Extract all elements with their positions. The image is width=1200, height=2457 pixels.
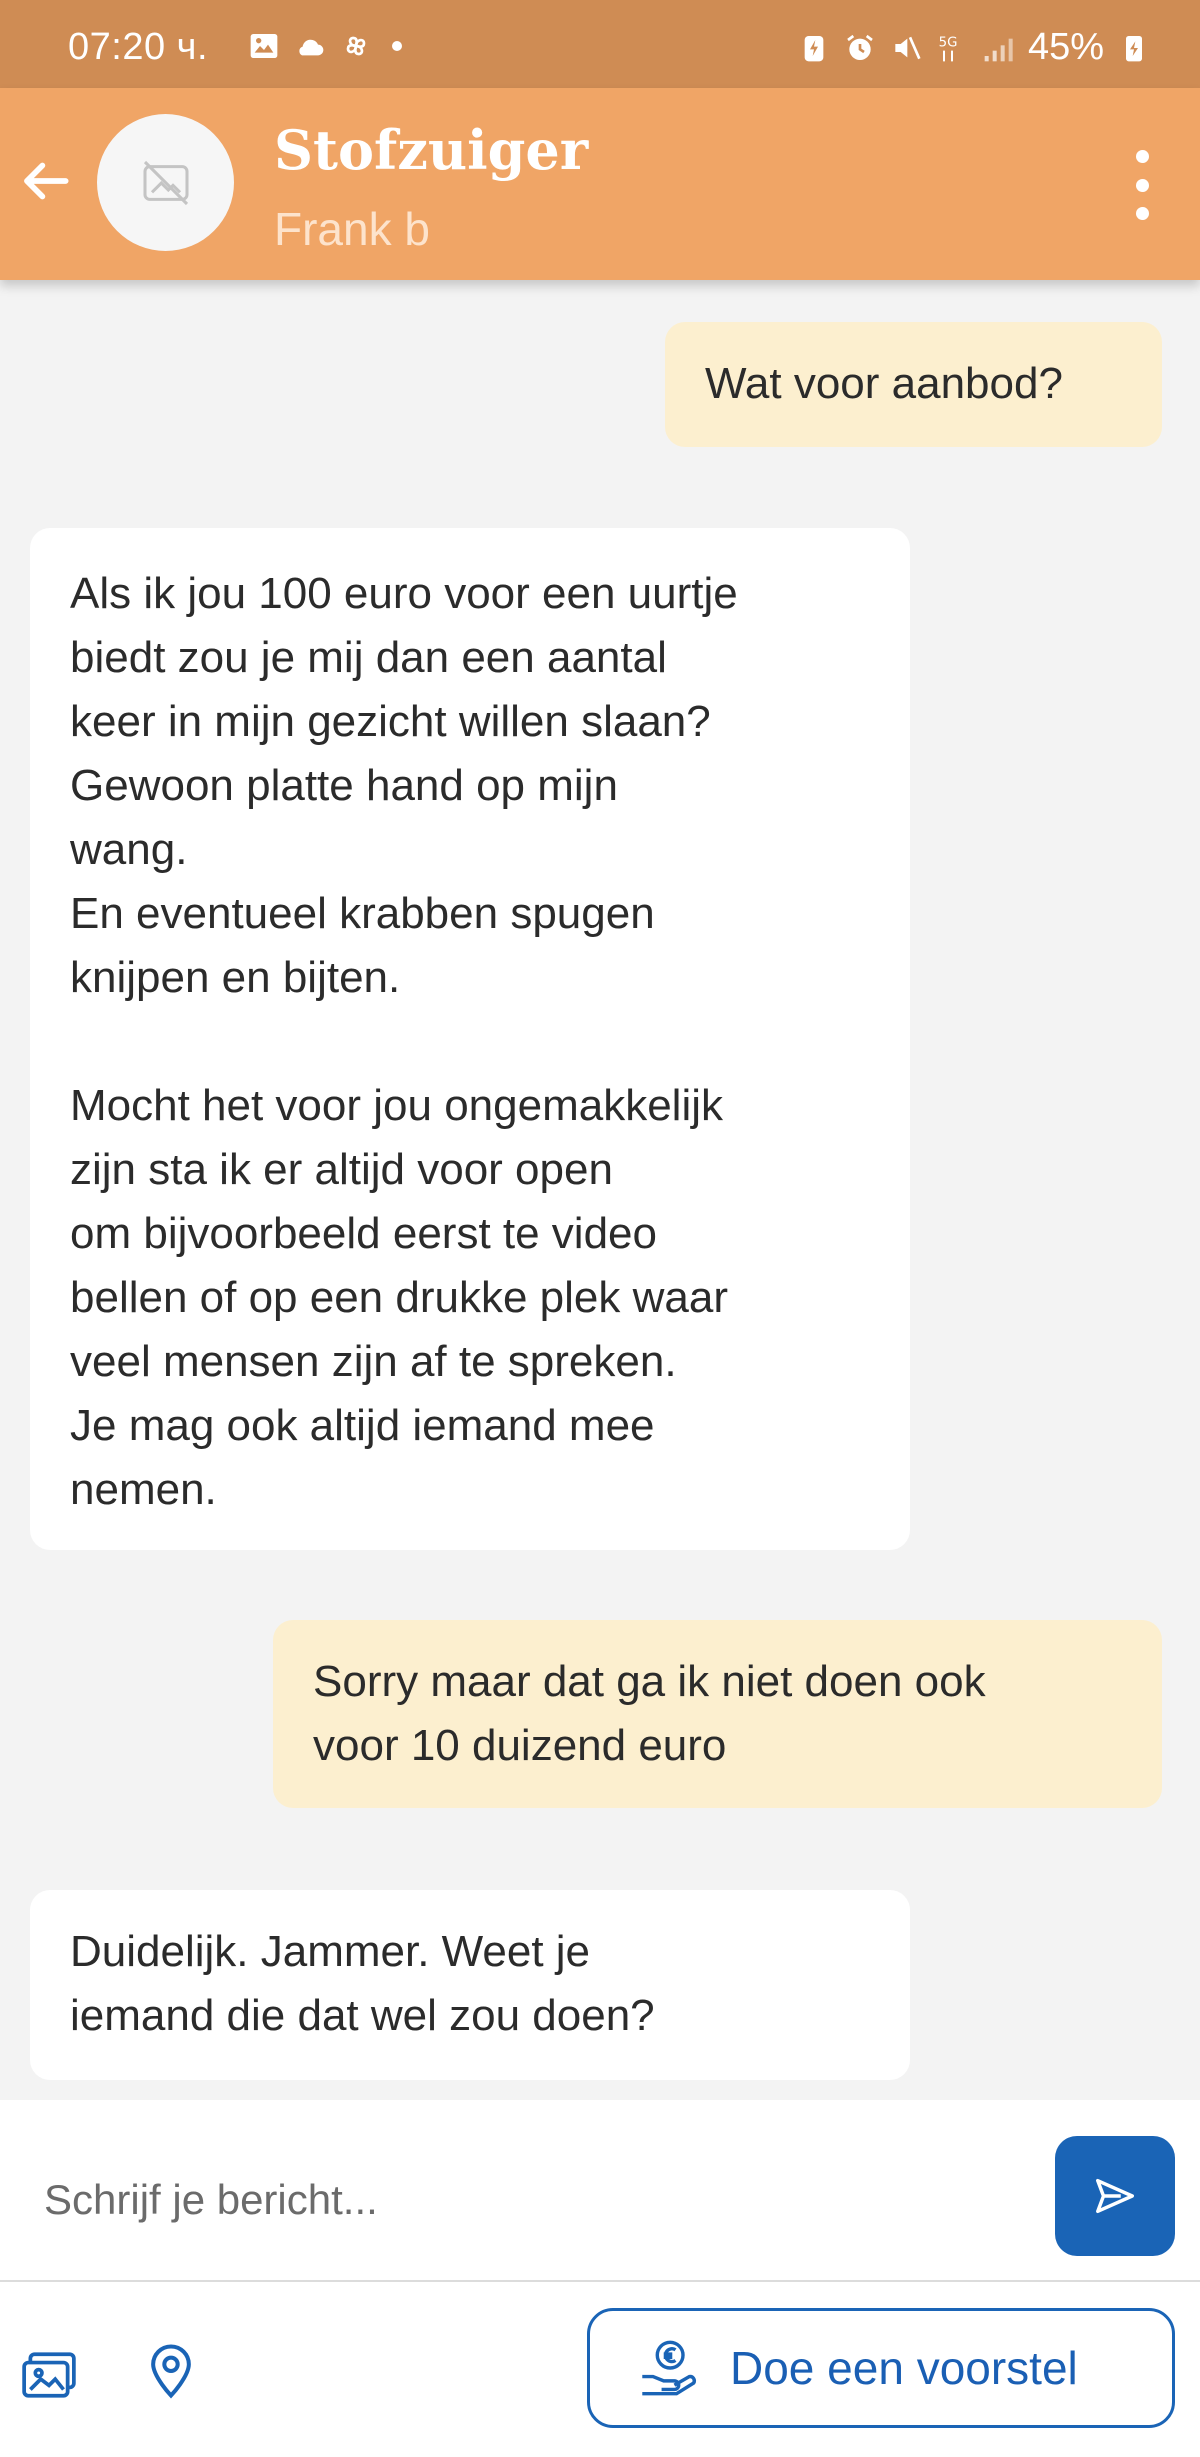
message-list[interactable]: Wat voor aanbod? Als ik jou 100 euro voo…: [0, 280, 1200, 2100]
battery-charging-icon: [1126, 35, 1142, 61]
bottom-action-bar: Doe een voorstel: [0, 2282, 1200, 2457]
listing-title: Stofzuiger: [274, 118, 589, 182]
network-5g-icon: 5G: [939, 35, 958, 61]
status-notification-icons: [248, 30, 402, 62]
status-system-icons: 5G 45%: [798, 26, 1150, 69]
avatar[interactable]: [97, 114, 234, 251]
mute-icon: [895, 36, 921, 59]
more-vertical-icon[interactable]: [1124, 150, 1160, 220]
euro-hand-icon: [642, 2340, 696, 2396]
send-button[interactable]: [1055, 2136, 1175, 2256]
signal-icon: [984, 38, 1013, 61]
message-incoming: Als ik jou 100 euro voor een uurtje bied…: [30, 528, 910, 1550]
pinwheel-notification-icon: [346, 36, 366, 56]
message-input[interactable]: [44, 2160, 1004, 2240]
contact-name: Frank b: [274, 203, 430, 255]
chat-header: Stofzuiger Frank b: [0, 88, 1200, 280]
svg-text:5G: 5G: [939, 35, 958, 50]
message-outgoing: Sorry maar dat ga ik niet doen ook voor …: [273, 1620, 1162, 1808]
status-bar: 07:20 ч. 5G 45%: [0, 0, 1200, 88]
more-notifications-dot: [392, 41, 402, 51]
battery-percent: 45%: [1027, 26, 1104, 68]
cloud-notification-icon: [299, 39, 324, 56]
message-composer: [0, 2100, 1200, 2280]
arrow-left-icon[interactable]: [14, 150, 76, 212]
make-offer-button[interactable]: Doe een voorstel: [587, 2308, 1175, 2428]
message-incoming: Duidelijk. Jammer. Weet je iemand die da…: [30, 1890, 910, 2080]
map-pin-icon[interactable]: [148, 2342, 194, 2400]
battery-saver-icon: [804, 35, 824, 61]
alarm-icon: [847, 34, 873, 60]
status-time: 07:20 ч.: [68, 26, 209, 68]
send-icon: [1096, 2178, 1134, 2214]
gallery-notification-icon: [250, 34, 278, 58]
image-icon[interactable]: [20, 2350, 78, 2400]
no-photo-icon: [142, 160, 189, 205]
make-offer-label: Doe een voorstel: [730, 2342, 1078, 2394]
message-outgoing: Wat voor aanbod?: [665, 322, 1162, 447]
